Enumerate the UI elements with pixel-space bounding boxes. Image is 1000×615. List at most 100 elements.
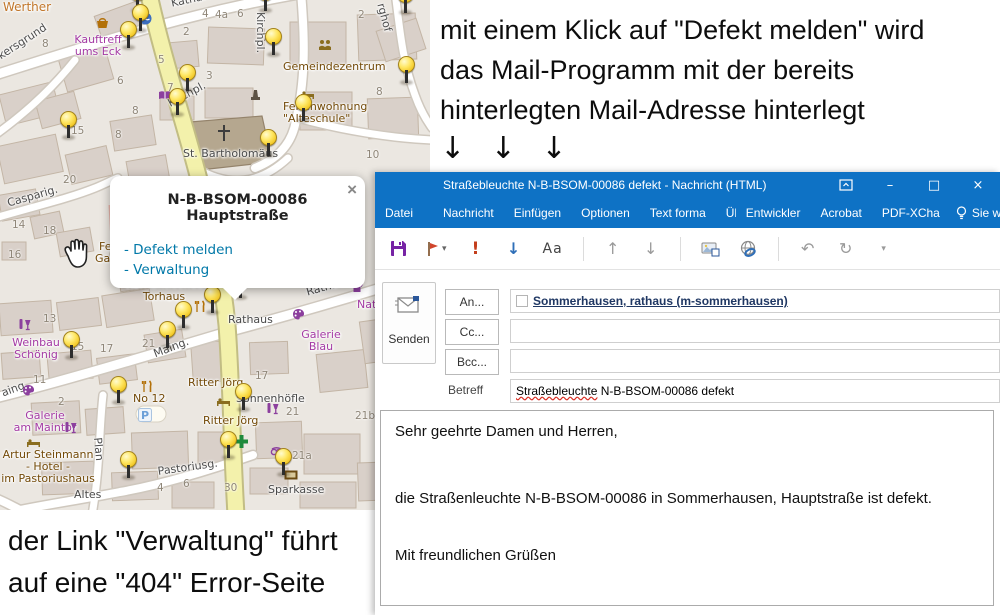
subject-rest: N-B-BSOM-00086 defekt <box>597 384 734 398</box>
subject-field[interactable]: Straßebleuchte N-B-BSOM-00086 defekt <box>510 379 1000 403</box>
wine-icon <box>266 402 279 420</box>
palette-icon <box>292 307 305 325</box>
streetlight-pin[interactable] <box>260 129 277 146</box>
body-line: die Straßenleuchte N-B-BSOM-00086 in Som… <box>395 490 979 507</box>
house-number: 8 <box>115 129 122 141</box>
move-up-gray-icon[interactable]: ↑ <box>604 237 622 261</box>
tab-datei[interactable]: Datei <box>375 206 425 220</box>
church-cross-icon <box>216 124 232 147</box>
tab-überprüfen[interactable]: Überprüfen <box>716 206 736 220</box>
streetlight-pin[interactable] <box>398 56 415 73</box>
cutlery-icon <box>194 300 206 318</box>
people-icon <box>318 38 332 56</box>
hyperlink-icon[interactable] <box>740 237 758 261</box>
house-number: 17 <box>100 343 113 355</box>
popup-link-verwaltung[interactable]: - Verwaltung <box>124 260 365 280</box>
note-line: mit einem Klick auf "Defekt melden" wird <box>440 10 1000 50</box>
streetlight-pin[interactable] <box>60 111 77 128</box>
maximize-icon[interactable]: □ <box>912 172 956 198</box>
streetlight-pin[interactable] <box>132 4 149 21</box>
flag-icon[interactable]: ▾ <box>427 237 447 261</box>
streetlight-pin[interactable] <box>204 286 221 303</box>
house-number: 8 <box>132 105 139 117</box>
streetlight-pin[interactable] <box>120 451 137 468</box>
wine-icon <box>64 421 77 439</box>
streetlight-pin[interactable] <box>265 28 282 45</box>
ribbon-display-options-icon[interactable] <box>824 172 868 198</box>
to-button[interactable]: An... <box>445 289 499 315</box>
redo-icon[interactable]: ↻ <box>837 237 855 261</box>
house-number: 2 <box>358 9 365 21</box>
house-number: 20 <box>63 174 76 186</box>
move-down-icon[interactable]: ↓ <box>505 237 523 261</box>
more-icon[interactable]: ▾ <box>875 237 893 261</box>
house-number: 21a <box>292 450 312 462</box>
toolbar-separator <box>680 237 681 261</box>
to-field[interactable]: Sommerhausen, rathaus (m-sommerhausen) <box>510 289 1000 313</box>
undo-icon[interactable]: ↶ <box>799 237 817 261</box>
streetlight-pin[interactable] <box>235 383 252 400</box>
envelope-icon <box>394 293 424 317</box>
streetlight-pin[interactable] <box>63 331 80 348</box>
map-label: Galerie Blau <box>297 329 345 353</box>
streetlight-pin[interactable] <box>110 376 127 393</box>
tab-text-forma[interactable]: Text forma <box>640 206 716 220</box>
screenshot-icon[interactable] <box>701 237 720 261</box>
minimize-icon[interactable]: – <box>868 172 912 198</box>
house-number: 13 <box>43 313 56 325</box>
house-number: 14 <box>12 219 25 231</box>
ribbon-tabs: Datei NachrichtEinfügenOptionenText forma… <box>375 198 1000 228</box>
down-arrows: ↓ ↓ ↓ <box>440 130 1000 168</box>
cc-button[interactable]: Cc... <box>445 319 499 345</box>
streetlight-pin[interactable] <box>175 301 192 318</box>
palette-icon <box>22 383 35 401</box>
house-number: 21b <box>355 410 375 422</box>
house-number: 3 <box>206 70 213 82</box>
tab-einfügen[interactable]: Einfügen <box>504 206 571 220</box>
cutlery-icon <box>141 380 153 398</box>
streetlight-pin[interactable] <box>220 431 237 448</box>
svg-text:P: P <box>141 409 149 422</box>
popup-close-icon[interactable]: × <box>347 180 357 200</box>
font-icon[interactable]: Aa <box>543 237 563 261</box>
streetlight-pin[interactable] <box>275 448 292 465</box>
recipient-chip[interactable]: Sommerhausen, rathaus (m-sommerhausen) <box>533 294 788 308</box>
tab-entwickler[interactable]: Entwickler <box>736 206 811 220</box>
quick-access-toolbar: ▾! ↓ Aa ↑ ↓ ↶ ↻ ▾ <box>375 228 1000 270</box>
bcc-button[interactable]: Bcc... <box>445 349 499 375</box>
note-line: das Mail-Programm mit der bereits <box>440 50 1000 90</box>
note-line: hinterlegten Mail-Adresse hinterlegt <box>440 90 1000 130</box>
tab-nachricht[interactable]: Nachricht <box>433 206 504 220</box>
send-button[interactable]: Senden <box>382 282 436 364</box>
house-number: 2 <box>183 26 190 38</box>
map-label: Werther <box>3 1 51 13</box>
tell-me-box[interactable]: Sie wüns <box>950 206 1000 221</box>
house-number: 11 <box>33 374 46 386</box>
bcc-field[interactable] <box>510 349 1000 373</box>
message-body[interactable]: Sehr geehrte Damen und Herren,die Straße… <box>380 410 994 606</box>
map-canvas[interactable]: WertherkersgrundKauftreff ums EckKathari… <box>0 0 430 510</box>
map-label: Altes <box>74 489 101 501</box>
annotation-note-top: mit einem Klick auf "Defekt melden" wird… <box>430 0 1000 172</box>
streetlight-pin[interactable] <box>295 94 312 111</box>
streetlight-pin[interactable] <box>169 88 186 105</box>
titlebar: Straßebleuchte N-B-BSOM-00086 defekt - N… <box>375 172 1000 198</box>
cc-field[interactable] <box>510 319 1000 343</box>
house-number: 4 <box>157 482 164 494</box>
house-number: 6 <box>237 8 244 20</box>
bed-icon <box>26 434 41 452</box>
tab-acrobat[interactable]: Acrobat <box>810 206 871 220</box>
streetlight-pin[interactable] <box>159 321 176 338</box>
move-down-gray-icon[interactable]: ↓ <box>642 237 660 261</box>
map-label: Artur Steinmann - Hotel - im Pastoriusha… <box>0 449 96 485</box>
streetlight-pin[interactable] <box>179 64 196 81</box>
tab-pdf-xcha[interactable]: PDF-XCha <box>872 206 950 220</box>
outlook-compose-window: Straßebleuchte N-B-BSOM-00086 defekt - N… <box>375 172 1000 615</box>
important-icon[interactable]: ! <box>467 237 485 261</box>
body-line: Mit freundlichen Grüßen <box>395 547 979 564</box>
tab-optionen[interactable]: Optionen <box>571 206 640 220</box>
close-icon[interactable]: × <box>956 172 1000 198</box>
save-icon[interactable] <box>389 237 407 261</box>
streetlight-pin[interactable] <box>120 21 137 38</box>
popup-link-defekt-melden[interactable]: - Defekt melden <box>124 240 365 260</box>
